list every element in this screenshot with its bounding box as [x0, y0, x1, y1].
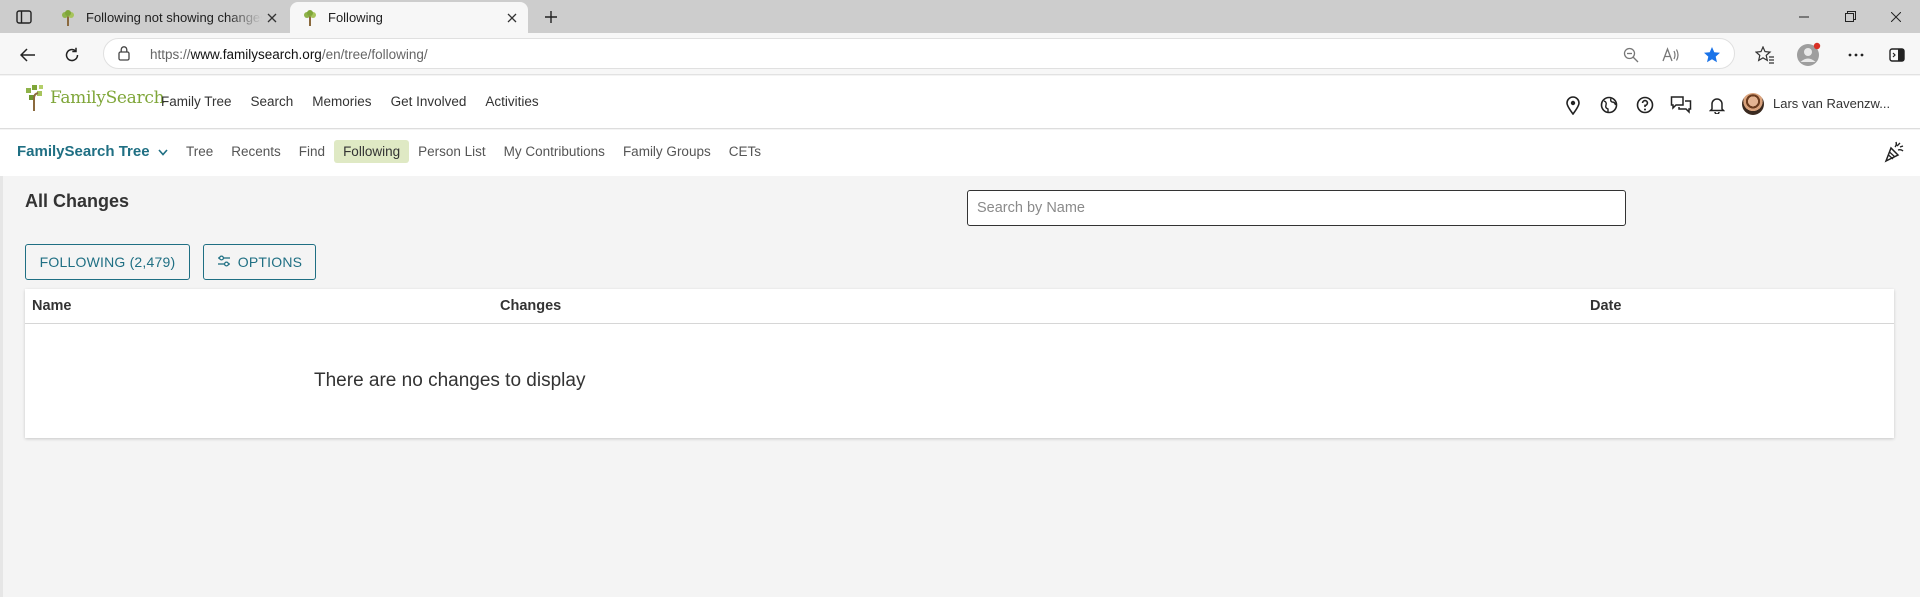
search-by-name-input[interactable]: [967, 190, 1626, 226]
logo-text: FamilySearch: [50, 88, 165, 108]
globe-icon[interactable]: [1598, 94, 1620, 116]
lock-icon[interactable]: [118, 45, 130, 66]
more-options-icon[interactable]: [1843, 42, 1869, 68]
sidebar-toggle-icon[interactable]: [1884, 42, 1910, 68]
browser-tab-forum[interactable]: Following not showing changes o: [48, 2, 288, 33]
browser-tab-strip: Following not showing changes o Followin…: [0, 0, 1920, 33]
subnav-items: Tree Recents Find Following Person List …: [177, 140, 770, 163]
left-edge-divider: [0, 176, 3, 597]
back-icon[interactable]: [15, 42, 41, 68]
close-tab-icon[interactable]: [502, 8, 522, 28]
minimize-icon[interactable]: [1781, 0, 1827, 33]
url-text: https://www.familysearch.org/en/tree/fol…: [150, 47, 428, 62]
familysearch-tree-favicon-icon: [60, 9, 76, 26]
browser-tab-following[interactable]: Following: [290, 2, 528, 33]
favorite-star-icon[interactable]: [1702, 45, 1722, 65]
restore-icon[interactable]: [1827, 0, 1873, 33]
table-header: Name Changes Date: [25, 289, 1894, 324]
read-aloud-icon[interactable]: [1661, 45, 1681, 65]
new-tab-icon[interactable]: [540, 6, 562, 28]
profile-icon[interactable]: [1796, 42, 1822, 68]
tab-title: Following: [328, 10, 383, 25]
chevron-down-icon: [157, 143, 168, 160]
subnav-item-person-list[interactable]: Person List: [409, 140, 495, 163]
options-button[interactable]: OPTIONS: [203, 244, 316, 280]
following-count-button[interactable]: FOLLOWING (2,479): [25, 244, 190, 280]
nav-family-tree[interactable]: Family Tree: [161, 94, 232, 109]
help-icon[interactable]: [1634, 94, 1656, 116]
refresh-icon[interactable]: [59, 42, 85, 68]
page-title: All Changes: [25, 191, 130, 211]
subnav-brand-label: FamilySearch Tree: [17, 143, 150, 160]
zoom-out-icon[interactable]: [1621, 45, 1641, 65]
column-header-changes[interactable]: Changes: [500, 298, 561, 314]
url-bar[interactable]: https://www.familysearch.org/en/tree/fol…: [103, 38, 1735, 69]
sliders-icon: [217, 254, 231, 270]
tab-title: Following not showing changes o: [86, 10, 262, 25]
primary-nav: Family Tree Search Memories Get Involved…: [161, 94, 539, 109]
familysearch-tree-logo-icon: [26, 85, 43, 111]
nav-get-involved[interactable]: Get Involved: [391, 94, 467, 109]
close-tab-icon[interactable]: [262, 8, 282, 28]
options-label: OPTIONS: [237, 254, 303, 270]
changes-table: Name Changes Date There are no changes t…: [25, 289, 1894, 438]
familysearch-tree-menu[interactable]: FamilySearch Tree: [17, 143, 168, 160]
nav-memories[interactable]: Memories: [312, 94, 371, 109]
avatar[interactable]: [1742, 93, 1764, 115]
location-pin-icon[interactable]: [1562, 94, 1584, 116]
subnav-item-recents[interactable]: Recents: [222, 140, 290, 163]
notifications-bell-icon[interactable]: [1706, 94, 1728, 116]
subnav-item-my-contributions[interactable]: My Contributions: [495, 140, 614, 163]
user-name[interactable]: Lars van Ravenzw...: [1773, 96, 1890, 111]
tree-subnav: FamilySearch Tree Tree Recents Find Foll…: [0, 130, 1920, 176]
subnav-item-find[interactable]: Find: [290, 140, 334, 163]
subnav-item-following[interactable]: Following: [334, 140, 410, 163]
nav-search[interactable]: Search: [251, 94, 294, 109]
tab-actions-icon[interactable]: [12, 7, 36, 27]
subnav-item-cets[interactable]: CETs: [720, 140, 770, 163]
browser-address-bar: https://www.familysearch.org/en/tree/fol…: [0, 33, 1920, 75]
subnav-item-tree[interactable]: Tree: [177, 140, 222, 163]
party-popper-icon[interactable]: [1884, 141, 1904, 168]
familysearch-logo[interactable]: FamilySearch: [24, 84, 165, 112]
familysearch-tree-favicon-icon: [302, 9, 318, 26]
column-header-date[interactable]: Date: [1590, 298, 1621, 314]
empty-state-message: There are no changes to display: [314, 370, 586, 391]
messages-icon[interactable]: [1670, 94, 1692, 116]
favorites-icon[interactable]: [1752, 42, 1778, 68]
nav-activities[interactable]: Activities: [485, 94, 538, 109]
site-header: FamilySearch Family Tree Search Memories…: [0, 76, 1920, 129]
subnav-item-family-groups[interactable]: Family Groups: [614, 140, 720, 163]
column-header-name[interactable]: Name: [32, 298, 72, 314]
close-window-icon[interactable]: [1873, 0, 1919, 33]
